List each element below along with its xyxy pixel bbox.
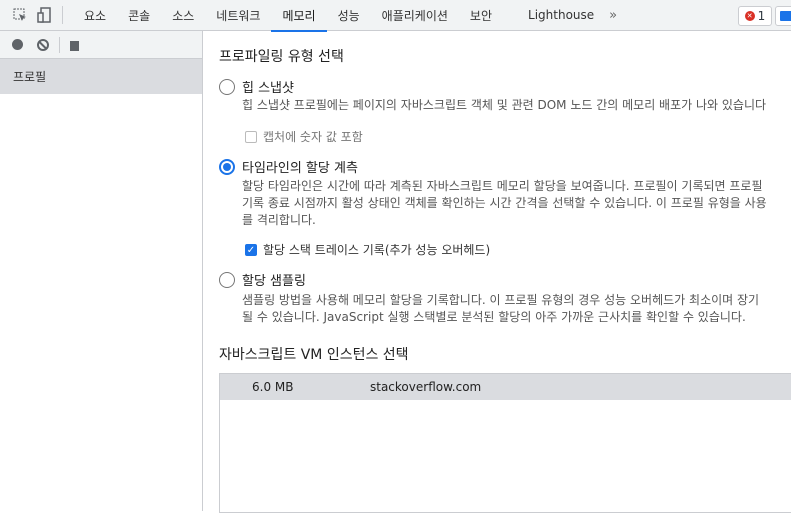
divider xyxy=(59,36,60,53)
error-icon: ✕ xyxy=(744,11,755,21)
vm-instance-name: stackoverflow.com xyxy=(370,380,482,394)
record-icon[interactable] xyxy=(12,39,23,50)
desc-line: 샘플링 방법을 사용해 메모리 할당을 기록합니다. 이 프로필 유형의 경우 … xyxy=(242,293,760,307)
message-icon xyxy=(780,11,791,21)
vm-instance-list: 6.0 MB stackoverflow.com xyxy=(219,373,791,513)
more-tabs-icon[interactable]: » xyxy=(609,8,617,23)
tab-application[interactable]: 애플리케이션 xyxy=(371,0,459,31)
sidebar-toolbar xyxy=(0,31,202,59)
sidebar-item-profiles[interactable]: 프로필 xyxy=(0,59,202,94)
tab-network[interactable]: 네트워크 xyxy=(205,0,271,31)
radio-circle[interactable] xyxy=(219,271,235,288)
checkbox-record-stack-traces[interactable]: ✓ 할당 스택 트레이스 기록(추가 성능 오버헤드) xyxy=(245,241,490,258)
radio-heap-snapshot[interactable]: 힙 스냅샷 xyxy=(219,77,294,96)
radio-allocation-timeline[interactable]: 타임라인의 할당 계측 xyxy=(219,157,358,176)
tab-memory[interactable]: 메모리 xyxy=(271,0,327,32)
option-label: 할당 샘플링 xyxy=(242,274,306,289)
checkbox-label: 할당 스택 트레이스 기록(추가 성능 오버헤드) xyxy=(263,243,491,257)
tab-console[interactable]: 콘솔 xyxy=(117,0,161,31)
option-description: 샘플링 방법을 사용해 메모리 할당을 기록합니다. 이 프로필 유형의 경우 … xyxy=(242,292,759,326)
option-label: 타임라인의 할당 계측 xyxy=(242,161,358,176)
page-title: 프로파일링 유형 선택 xyxy=(219,49,344,65)
vm-heap-size: 6.0 MB xyxy=(252,380,294,394)
clear-icon[interactable] xyxy=(37,38,49,51)
tab-sources[interactable]: 소스 xyxy=(161,0,205,31)
checkbox-include-numeric[interactable]: 캡처에 숫자 값 포함 xyxy=(245,128,363,145)
tab-elements[interactable]: 요소 xyxy=(73,0,117,31)
checkbox[interactable] xyxy=(245,130,257,143)
tab-security[interactable]: 보안 xyxy=(459,0,517,31)
divider xyxy=(62,6,63,24)
option-label: 힙 스냅샷 xyxy=(242,81,294,96)
radio-allocation-sampling[interactable]: 할당 샘플링 xyxy=(219,270,306,289)
trash-icon[interactable] xyxy=(70,38,79,51)
error-count-button[interactable]: ✕ 1 xyxy=(738,6,772,26)
checkbox-label: 캡처에 숫자 값 포함 xyxy=(263,130,363,144)
messages-button[interactable] xyxy=(775,6,791,26)
desc-line: 기록 종료 시점까지 활성 상태인 객체를 확인하는 시간 간격을 선택할 수 … xyxy=(242,196,767,210)
vm-section-title: 자바스크립트 VM 인스턴스 선택 xyxy=(219,347,409,363)
option-description: 힙 스냅샷 프로필에는 페이지의 자바스크립트 객체 및 관련 DOM 노드 간… xyxy=(242,98,767,112)
checkbox-checked[interactable]: ✓ xyxy=(245,243,257,256)
error-count: 1 xyxy=(757,9,766,23)
radio-circle[interactable] xyxy=(219,158,235,175)
option-description: 할당 타임라인은 시간에 따라 계측된 자바스크립트 메모리 할당을 보여줍니다… xyxy=(242,178,767,229)
devtools-tabbar: 요소 콘솔 소스 네트워크 메모리 성능 애플리케이션 보안 Lighthous… xyxy=(0,0,791,32)
tab-lighthouse[interactable]: Lighthouse xyxy=(517,0,605,31)
desc-line: 될 수 있습니다. JavaScript 실행 스택별로 분석된 할당의 아주 … xyxy=(242,310,746,324)
tab-performance[interactable]: 성능 xyxy=(327,0,371,31)
profiles-sidebar: 프로필 xyxy=(0,31,203,511)
radio-circle[interactable] xyxy=(219,78,235,95)
inspect-element-icon[interactable] xyxy=(12,7,28,23)
desc-line: 할당 타임라인은 시간에 따라 계측된 자바스크립트 메모리 할당을 보여줍니다… xyxy=(242,179,763,193)
device-toolbar-icon[interactable] xyxy=(36,7,52,23)
desc-line: 를 격리합니다. xyxy=(242,213,316,227)
vm-instance-row[interactable]: 6.0 MB stackoverflow.com xyxy=(220,374,791,400)
